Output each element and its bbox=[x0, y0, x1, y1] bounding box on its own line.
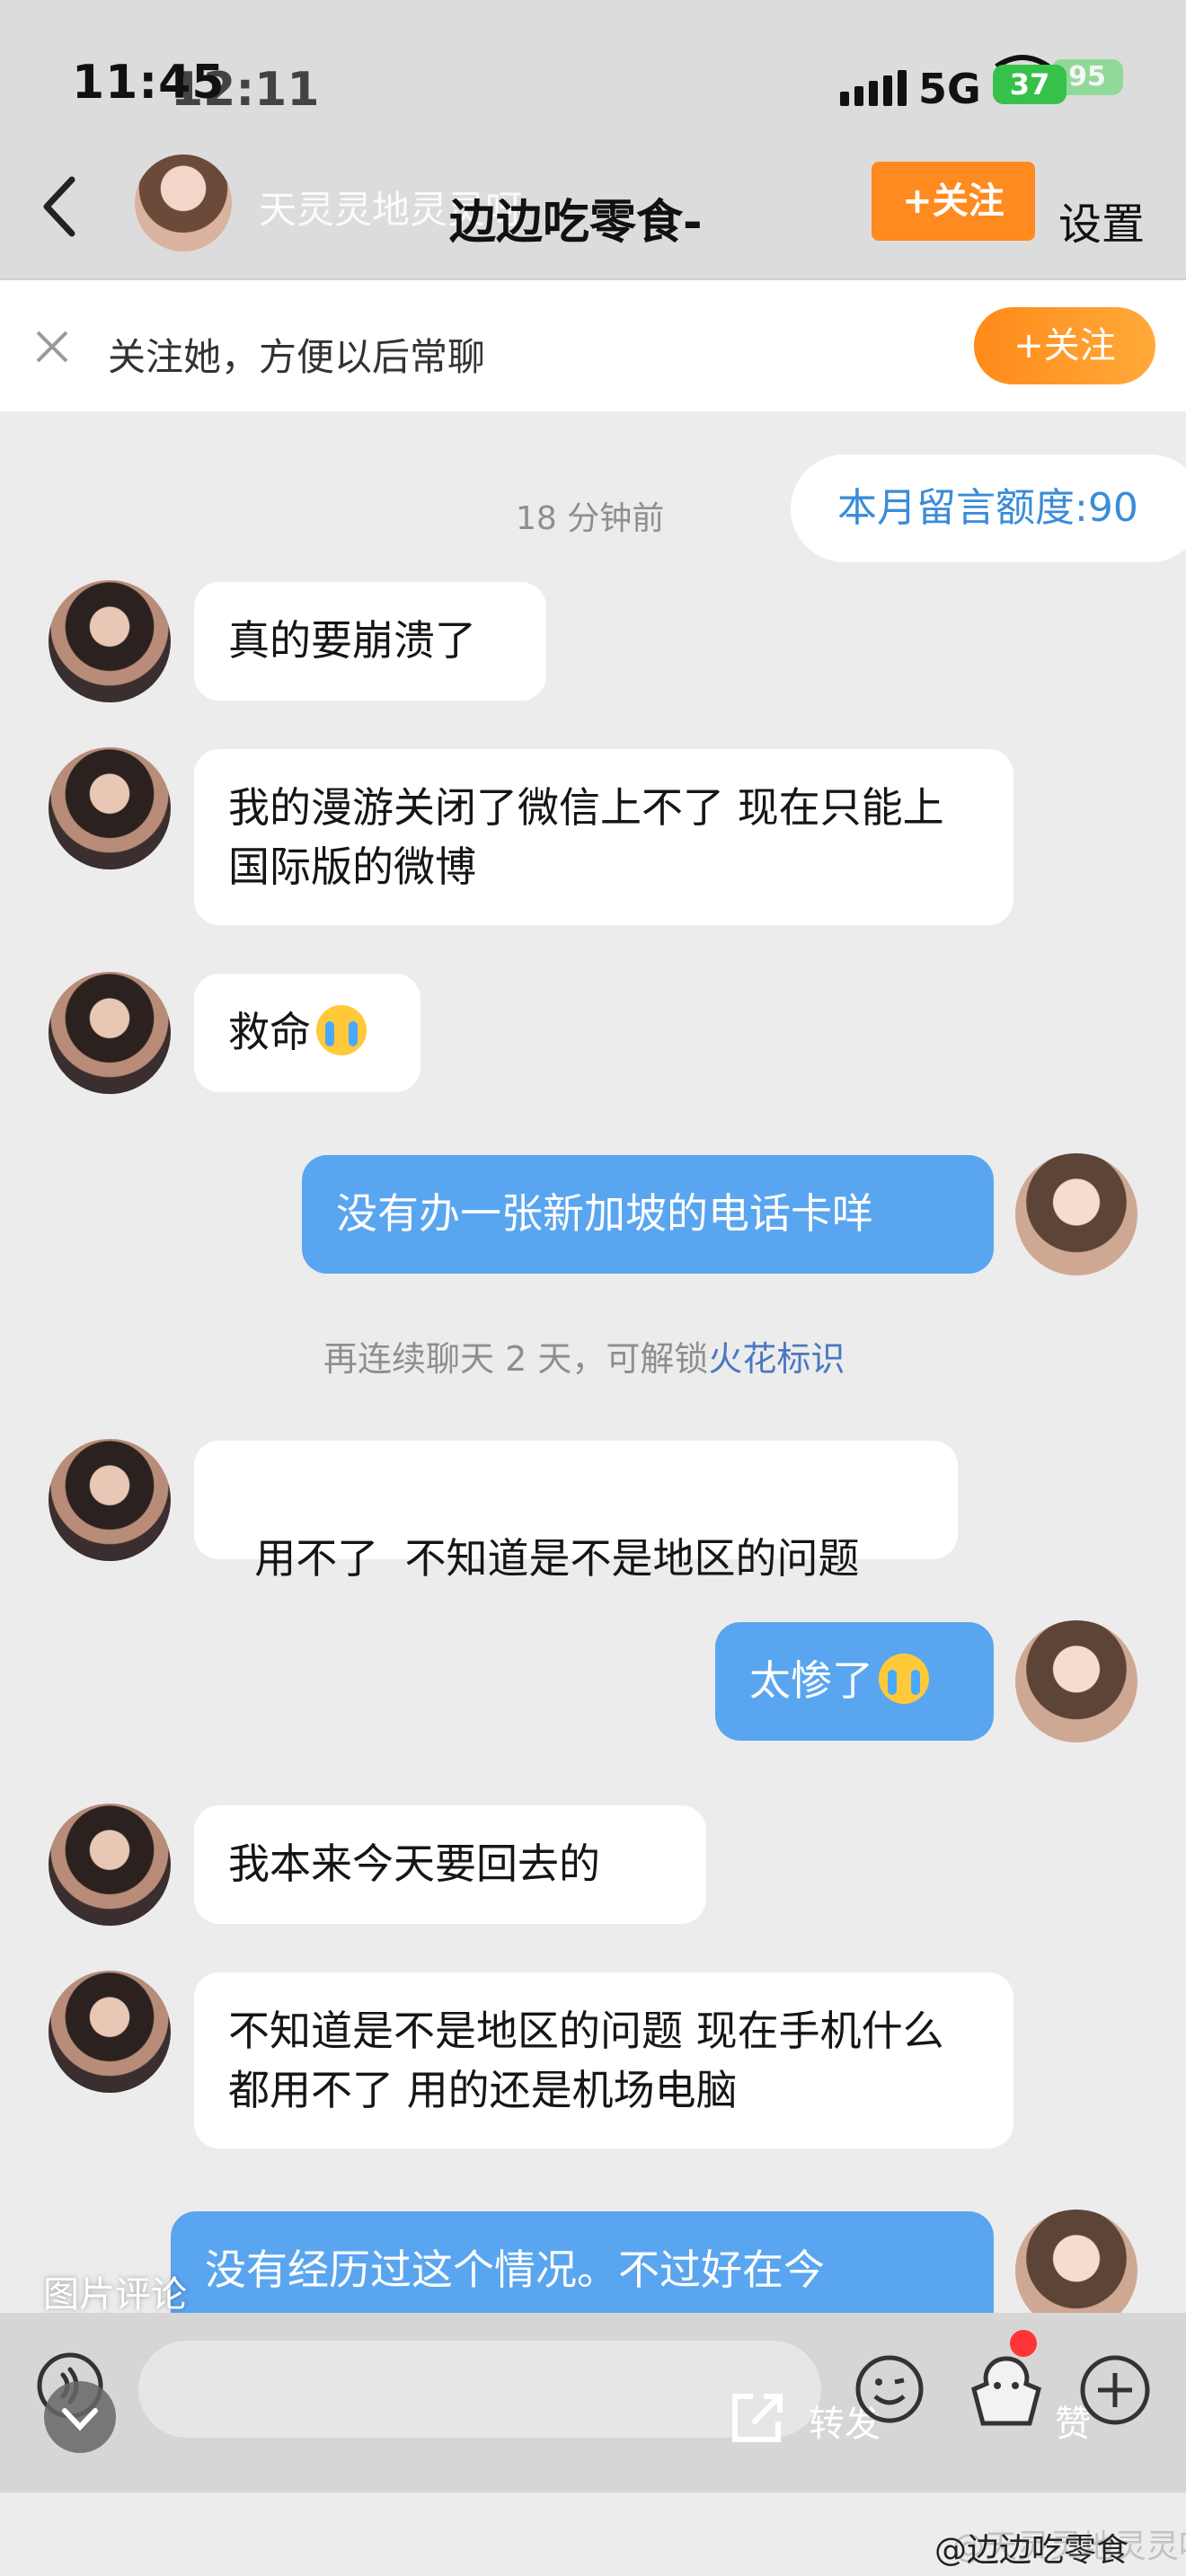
settings-button[interactable]: 设置 bbox=[1058, 189, 1145, 251]
chat-title: 边边吃零食- bbox=[449, 196, 703, 250]
my-avatar[interactable] bbox=[1015, 1620, 1137, 1742]
battery-indicator: 37 bbox=[993, 65, 1067, 104]
my-avatar[interactable] bbox=[1015, 1153, 1137, 1275]
like-icon[interactable] bbox=[967, 2353, 1046, 2429]
spark-hint: 再连续聊天 2 天，可解锁火花标识 bbox=[323, 1331, 845, 1381]
contact-avatar[interactable] bbox=[49, 1971, 171, 2093]
status-time-overlay: 12:11 bbox=[171, 63, 320, 117]
contact-avatar[interactable] bbox=[49, 972, 171, 1094]
signal-icon bbox=[840, 70, 912, 106]
chevron-left-icon[interactable] bbox=[32, 171, 86, 243]
contact-avatar[interactable] bbox=[49, 1804, 171, 1926]
contact-avatar[interactable] bbox=[49, 1439, 171, 1561]
message-text: 救命 bbox=[228, 1008, 311, 1056]
chevron-down-icon[interactable] bbox=[41, 2378, 119, 2456]
message-timestamp: 18 分钟前 bbox=[516, 500, 665, 537]
message-text: 不知道是不是地区的问题 现在手机什么都用不了 用的还是机场电脑 bbox=[228, 2007, 944, 2114]
message-bubble-incoming[interactable]: 救命 bbox=[194, 974, 420, 1092]
spark-hint-text: 再连续聊天 2 天，可解锁 bbox=[323, 1339, 709, 1379]
message-bubble-incoming[interactable]: 我本来今天要回去的 bbox=[194, 1805, 706, 1924]
follow-button-top[interactable]: +关注 bbox=[872, 162, 1035, 241]
message-text: 用不了 不知道是不是地区的问题 bbox=[254, 1534, 860, 1583]
watermark: @边边吃零食 bbox=[934, 2532, 1129, 2569]
message-bubble-incoming[interactable]: 用不了 不知道是不是地区的问题 bbox=[194, 1441, 958, 1583]
message-text: 太惨了 bbox=[749, 1656, 873, 1705]
message-bubble-outgoing[interactable]: 没有办一张新加坡的电话卡咩 bbox=[302, 1155, 994, 1274]
image-comment-label: 图片评论 bbox=[43, 2274, 187, 2316]
message-input[interactable] bbox=[138, 2341, 821, 2438]
message-text: 真的要崩溃了 bbox=[228, 616, 476, 665]
network-type: 5G bbox=[918, 65, 981, 113]
quota-badge: 本月留言额度:90 bbox=[791, 454, 1186, 562]
share-icon[interactable] bbox=[726, 2386, 789, 2448]
follow-button[interactable]: +关注 bbox=[974, 307, 1155, 384]
plus-icon[interactable] bbox=[1078, 2353, 1152, 2427]
spark-badge-link[interactable]: 火花标识 bbox=[708, 1339, 845, 1379]
contact-avatar[interactable] bbox=[49, 747, 171, 869]
notification-dot bbox=[1010, 2330, 1037, 2357]
message-text: 没有办一张新加坡的电话卡咩 bbox=[336, 1189, 873, 1238]
contact-avatar[interactable] bbox=[49, 580, 171, 702]
message-bubble-outgoing[interactable]: 太惨了 bbox=[715, 1622, 994, 1741]
message-text: 没有经历过这个情况。不过好在今 bbox=[205, 2245, 825, 2294]
avatar[interactable] bbox=[135, 154, 232, 251]
close-icon[interactable] bbox=[32, 327, 72, 366]
crying-emoji-icon bbox=[879, 1654, 929, 1704]
message-text: 我的漫游关闭了微信上不了 现在只能上国际版的微博 bbox=[228, 783, 944, 891]
message-bubble-incoming[interactable]: 真的要崩溃了 bbox=[194, 582, 546, 701]
crying-emoji-icon bbox=[316, 1005, 367, 1055]
message-bubble-incoming[interactable]: 我的漫游关闭了微信上不了 现在只能上国际版的微博 bbox=[194, 749, 1013, 925]
message-bubble-incoming[interactable]: 不知道是不是地区的问题 现在手机什么都用不了 用的还是机场电脑 bbox=[194, 1972, 1013, 2148]
emoji-icon[interactable] bbox=[854, 2353, 925, 2425]
follow-banner-text: 关注她，方便以后常聊 bbox=[108, 335, 486, 379]
message-text: 我本来今天要回去的 bbox=[228, 1839, 600, 1888]
